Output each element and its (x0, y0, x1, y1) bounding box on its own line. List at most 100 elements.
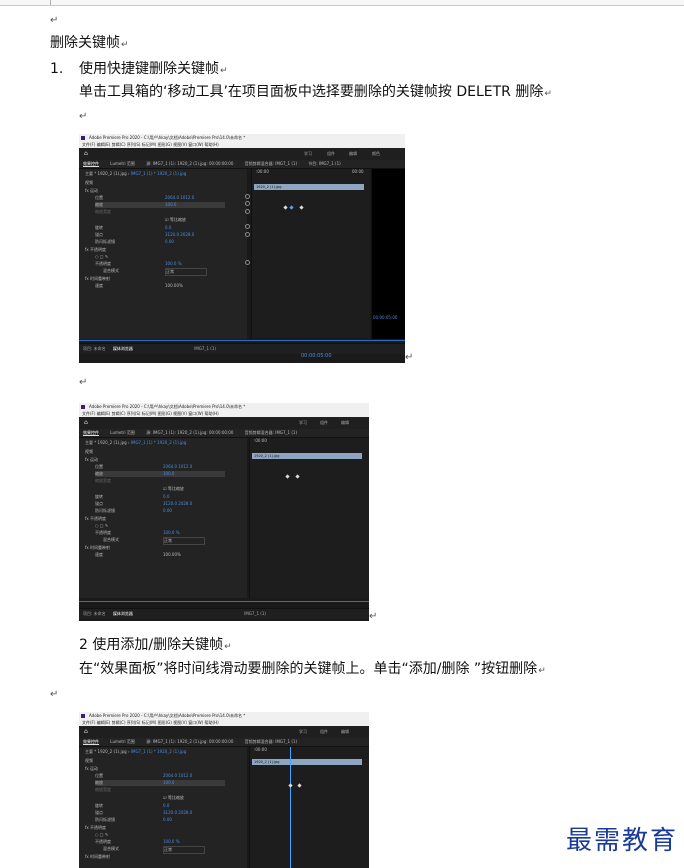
tab-lumetri: Lumetri 范围 (110, 161, 135, 166)
effect-timeline: :00:00 1920_2 (1).jpg (249, 438, 369, 598)
workspace-tab: 编辑 (341, 729, 349, 734)
row-value: 0.00 (165, 239, 174, 244)
paragraph-mark: ↵ (405, 352, 414, 363)
effect-controls-panel: 主要 * 1920_2 (1).jpg › IMG7_1 (1) * 1920_… (79, 169, 247, 339)
premiere-logo-icon (81, 136, 85, 140)
item2-title: 2 使用添加/删除关键帧↵ (79, 636, 232, 656)
panel-tabs: 效果控件 Lumetri 范围 源: IMG7_1 (1): 1920_2 (1… (79, 429, 369, 438)
app-title-bar: Adobe Premiere Pro 2020 - C:\用户\hkay\文档\… (79, 134, 405, 142)
master-clip: 主要 * 1920_2 (1).jpg › IMG7_1 (1) * 1920_… (85, 440, 187, 445)
tab-source: 源: IMG7_1 (1): 1920_2 (1).jpg: 00:00:00:… (146, 430, 234, 435)
row-label: 视频 (85, 758, 93, 763)
tab-effect-controls: 效果控件 (83, 430, 99, 436)
row-value: 100.0 % (163, 530, 180, 535)
home-icon: ⌂ (84, 419, 88, 426)
row-label: fx 时间重映射 (85, 276, 111, 281)
tab-effect-controls: 效果控件 (83, 739, 99, 745)
row-value: 0.00 (163, 508, 172, 513)
panel-tabs: 效果控件 Lumetri 范围 源: IMG7_1 (1): 1920_2 (1… (79, 738, 369, 747)
clip-bar: 1920_2 (1).jpg (252, 453, 362, 459)
paragraph-mark: ↵ (369, 611, 378, 622)
paragraph-mark: ↵ (79, 111, 88, 122)
tab-timeline: IMG7_1 (1) (194, 346, 216, 351)
mask-tools: ○ □ ✎ (95, 523, 109, 528)
row-opacity: 不透明度 (95, 839, 111, 844)
keyframe-marker (283, 205, 288, 210)
row-antiflicker: 防闪烁滤镜 (95, 817, 115, 822)
row-scale: 缩放 (95, 780, 225, 786)
workspace-tab: 组件 (327, 151, 335, 156)
paragraph-mark: ↵ (538, 666, 546, 676)
tab-program: 节目: IMG7_1 (1) (308, 161, 341, 166)
blend-select: 正常 (163, 537, 205, 545)
row-label: 视频 (85, 449, 93, 454)
row-value: 2064.0 1012.0 (163, 773, 193, 778)
row-position: 位置 (95, 773, 103, 778)
keyframe-marker (285, 474, 290, 479)
keyframe-marker (297, 783, 302, 788)
effect-controls-panel: 主要 * 1920_2 (1).jpg › IMG7_1 (1) * 1920_… (79, 747, 247, 868)
effect-timeline: :00:00 00:00 1920_2 (1).jpg (251, 169, 370, 339)
workspace-tab: 编辑 (341, 420, 349, 425)
tab-project: 项目: 未命名 (83, 346, 106, 351)
row-scale: 缩放 (95, 471, 225, 477)
reset-icon (245, 260, 250, 265)
app-title-bar: Adobe Premiere Pro 2020 - C:\用户\hkay\文档\… (79, 403, 369, 411)
list-item-1: 1. (50, 60, 63, 78)
paragraph-mark: ↵ (220, 66, 228, 76)
row-antiflicker: 防闪烁滤镜 (95, 508, 115, 513)
keyframe-selected (289, 205, 294, 210)
row-speed: 速度 (95, 283, 103, 288)
row-label: fx 运动 (85, 188, 99, 193)
row-rotation: 旋转 (95, 494, 103, 499)
time-start: :00:00 (254, 747, 267, 752)
row-value: ☑ 等比缩放 (165, 217, 186, 222)
row-scale: 缩放 (95, 202, 225, 208)
bottom-panels: 项目: 未命名 媒体浏览器 IMG7_1 (1) (79, 343, 405, 354)
app-title: Adobe Premiere Pro 2020 - C:\用户\hkay\文档\… (89, 404, 246, 409)
program-timecode: 00:00:05:00 (373, 315, 398, 320)
workspace-tab: 学习 (304, 151, 312, 156)
row-opacity: 不透明度 (95, 261, 111, 266)
premiere-logo-icon (81, 405, 85, 409)
row-blend: 混合模式 (103, 846, 119, 851)
row-anchor: 锚点 (95, 501, 103, 506)
reset-icon (245, 194, 250, 199)
row-value: ☑ 等比缩放 (163, 486, 184, 491)
row-value: 3120.0 2028.0 (163, 810, 193, 815)
blend-select: 正常 (165, 268, 207, 276)
home-icon: ⌂ (84, 728, 88, 735)
row-label: fx 不透明度 (85, 516, 107, 521)
row-blend: 混合模式 (103, 537, 119, 542)
row-value: 100.00% (163, 552, 181, 557)
workspace-tab: 编辑 (349, 151, 357, 156)
paragraph-mark: ↵ (544, 89, 552, 99)
item2-body: 在“效果面板”将时间线滑动要删除的关键帧上。单击“添加/删除 ”按钮删除↵ (79, 660, 546, 680)
row-label: 视频 (85, 180, 93, 185)
effect-controls-panel: 主要 * 1920_2 (1).jpg › IMG7_1 (1) * 1920_… (79, 438, 247, 598)
row-label: fx 运动 (85, 766, 99, 771)
reset-icon (245, 201, 250, 206)
reset-icon (245, 209, 250, 214)
premiere-screenshot-1: Adobe Premiere Pro 2020 - C:\用户\hkay\文档\… (79, 134, 405, 363)
paragraph-mark: ↵ (50, 689, 59, 700)
time-start: :00:00 (254, 438, 267, 443)
timeline-timecode: 00:00:05:00 (301, 353, 332, 359)
mask-tools: ○ □ ✎ (95, 254, 109, 259)
item1-body-text: 单击工具箱的‘移动工具’在项目面板中选择要删除的关键帧按 DELETR 删除 (79, 84, 544, 100)
keyframe-marker (295, 474, 300, 479)
row-position: 位置 (95, 195, 103, 200)
panel-tabs: 效果控件 Lumetri 范围 源: IMG7_1 (1): 1920_2 (1… (79, 160, 405, 169)
row-scale-width: 缩放宽度 (95, 209, 111, 214)
tab-timeline: IMG7_1 (1) (244, 611, 266, 616)
row-opacity: 不透明度 (95, 530, 111, 535)
premiere-screenshot-2: Adobe Premiere Pro 2020 - C:\用户\hkay\文档\… (79, 403, 369, 621)
row-rotation: 旋转 (95, 225, 103, 230)
workspace-tab: 学习 (299, 420, 307, 425)
time-end: 00:00 (352, 169, 364, 174)
time-start: :00:00 (256, 169, 269, 174)
playhead (290, 747, 291, 868)
premiere-screenshot-3: Adobe Premiere Pro 2020 - C:\用户\hkay\文档\… (79, 712, 369, 868)
row-value: 2064.0 1012.0 (165, 195, 195, 200)
row-value: 0.0 (165, 225, 172, 230)
